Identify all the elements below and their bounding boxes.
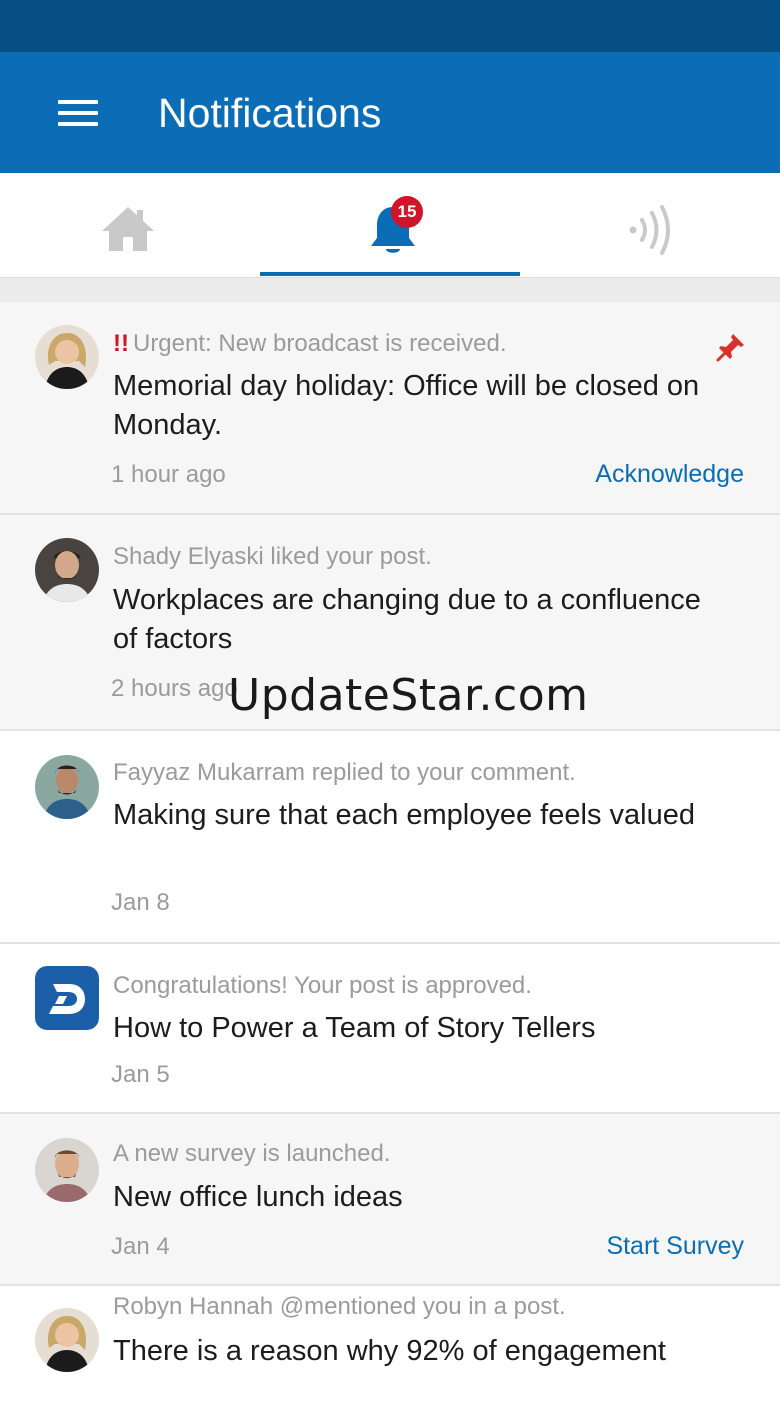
active-tab-indicator <box>260 272 520 276</box>
acknowledge-button[interactable]: Acknowledge <box>595 460 744 489</box>
notification-time: Jan 4 <box>111 1233 170 1260</box>
app-logo-icon <box>35 966 99 1030</box>
status-bar <box>0 0 780 52</box>
notification-meta: Robyn Hannah @mentioned you in a post. <box>113 1293 566 1320</box>
urgent-icon: !! <box>113 330 129 357</box>
notification-time: Jan 8 <box>111 889 170 916</box>
notification-item[interactable]: Congratulations! Your post is approved. … <box>0 944 780 1114</box>
tab-home[interactable] <box>0 173 260 277</box>
notification-meta: A new survey is launched. <box>113 1140 391 1167</box>
avatar <box>35 1308 99 1372</box>
home-icon <box>102 207 154 251</box>
notification-title: There is a reason why 92% of engagement <box>113 1335 666 1367</box>
app-bar: Notifications <box>0 52 780 173</box>
notification-item[interactable]: !! Urgent: New broadcast is received. Mem… <box>0 302 780 515</box>
page-title: Notifications <box>158 90 382 136</box>
notification-item[interactable]: Fayyaz Mukarram replied to your comment.… <box>0 731 780 944</box>
list-top-spacer <box>0 278 780 302</box>
notification-time: Jan 5 <box>111 1061 170 1088</box>
avatar <box>35 538 99 602</box>
avatar <box>35 325 99 389</box>
tab-bar <box>0 173 780 278</box>
notification-item[interactable]: Shady Elyaski liked your post. Workplace… <box>0 515 780 731</box>
notification-meta: !! Urgent: New broadcast is received. <box>113 330 507 357</box>
tab-broadcast[interactable] <box>520 173 780 277</box>
notification-meta: Fayyaz Mukarram replied to your comment. <box>113 759 576 786</box>
notification-title: Making sure that each employee feels val… <box>113 799 695 831</box>
notification-time: 1 hour ago <box>111 461 226 488</box>
start-survey-button[interactable]: Start Survey <box>606 1232 744 1261</box>
notification-time: 2 hours ago <box>111 675 238 702</box>
tab-notifications[interactable] <box>260 173 520 277</box>
avatar <box>35 755 99 819</box>
notification-item[interactable]: Robyn Hannah @mentioned you in a post. T… <box>0 1286 780 1406</box>
avatar <box>35 1138 99 1202</box>
notification-meta: Shady Elyaski liked your post. <box>113 543 432 570</box>
menu-icon[interactable] <box>58 100 98 126</box>
notification-list: !! Urgent: New broadcast is received. Mem… <box>0 302 780 1406</box>
notification-title: New office lunch ideas <box>113 1181 403 1213</box>
notification-meta: Congratulations! Your post is approved. <box>113 972 532 999</box>
notification-count-badge: 15 <box>391 196 423 228</box>
pin-icon[interactable] <box>716 332 746 362</box>
broadcast-icon <box>629 205 670 255</box>
notification-title: How to Power a Team of Story Tellers <box>113 1012 596 1044</box>
notification-title: Memorial day holiday: Office will be clo… <box>113 370 700 441</box>
notification-item[interactable]: A new survey is launched. New office lun… <box>0 1114 780 1286</box>
notification-title: Workplaces are changing due to a conflue… <box>113 584 701 655</box>
